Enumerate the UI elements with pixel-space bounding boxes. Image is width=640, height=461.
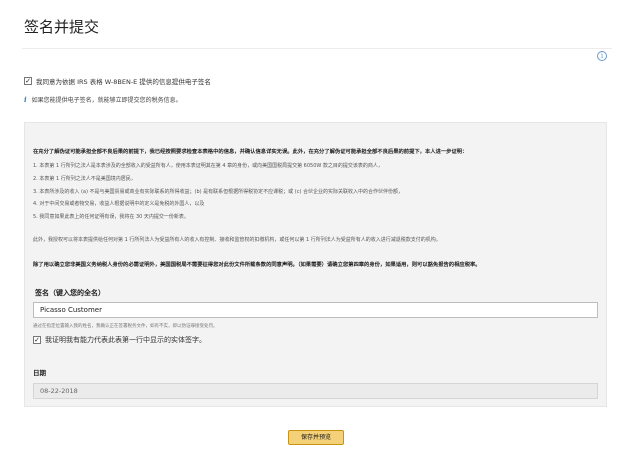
signature-help: 通过在指定位置输入我的姓名，我确认正在签署税务文件，如有不实，即以伪证罪接受处罚… (33, 324, 218, 329)
capacity-label: 我证明我有能力代表此表第一行中显示的实体签字。 (45, 336, 206, 344)
certification-warning: 除了用以确立您非美国义务纳税人身份的必需证明外，美国国税局不需要征得您对此份文件… (33, 262, 481, 268)
signature-label: 签名（键入您的全名） (35, 289, 105, 297)
certification-item: 3. 本表所涉及的收入 (a) 不是与美国贸易或商业有实际联系的所得收益；(b)… (33, 188, 404, 195)
capacity-row[interactable]: ✓ 我证明我有能力代表此表第一行中显示的实体签字。 (33, 335, 206, 345)
info-note-icon: i (24, 95, 27, 104)
date-field: 08-22-2018 (33, 383, 598, 399)
note-row: i 如果您能提供电子签名，就能够立即提交您的税务信息。 (24, 95, 182, 104)
signature-input[interactable] (33, 302, 598, 318)
page-title: 签名并提交 (24, 18, 100, 36)
certification-list: 1. 本表第 1 行所列之法人是本表涉及的全部收入的受益所有人，使用本表证明其在… (33, 160, 403, 224)
certification-lead: 在充分了解伪证可能承担全部不良后果的前提下，我已经按照要求检查本表格中的信息，并… (33, 149, 468, 155)
certification-authorization: 此外，我授权可以将本表提供给任何对第 1 行所列法人为受益所有人的收入有控制、接… (33, 237, 441, 243)
consent-label: 我同意为依据 IRS 表格 W-8BEN-E 提供的信息提供电子签名 (36, 78, 211, 86)
certification-item: 1. 本表第 1 行所列之法人是本表涉及的全部收入的受益所有人，使用本表证明其在… (33, 163, 383, 169)
save-preview-button[interactable]: 保存并预览 (288, 430, 344, 445)
consent-row[interactable]: ✓ 我同意为依据 IRS 表格 W-8BEN-E 提供的信息提供电子签名 (24, 76, 211, 86)
certification-item: 2. 本表第 1 行所列之法人不是美国境内居民， (33, 175, 136, 182)
info-icon[interactable]: i (597, 51, 607, 61)
date-label: 日期 (33, 369, 46, 377)
consent-checkbox[interactable]: ✓ (24, 77, 32, 85)
note-text: 如果您能提供电子签名，就能够立即提交您的税务信息。 (31, 97, 182, 104)
capacity-checkbox[interactable]: ✓ (33, 336, 41, 344)
certification-item: 4. 对于中间交易或者物交易，收益人根据说明中的定义是免税的外国人，以及 (33, 201, 205, 208)
title-divider (22, 48, 612, 49)
certification-panel: 在充分了解伪证可能承担全部不良后果的前提下，我已经按照要求检查本表格中的信息，并… (24, 122, 607, 407)
certification-item: 5. 我同意如果此表上的任何证明有误，我将在 30 天内提交一份新表。 (33, 214, 189, 221)
